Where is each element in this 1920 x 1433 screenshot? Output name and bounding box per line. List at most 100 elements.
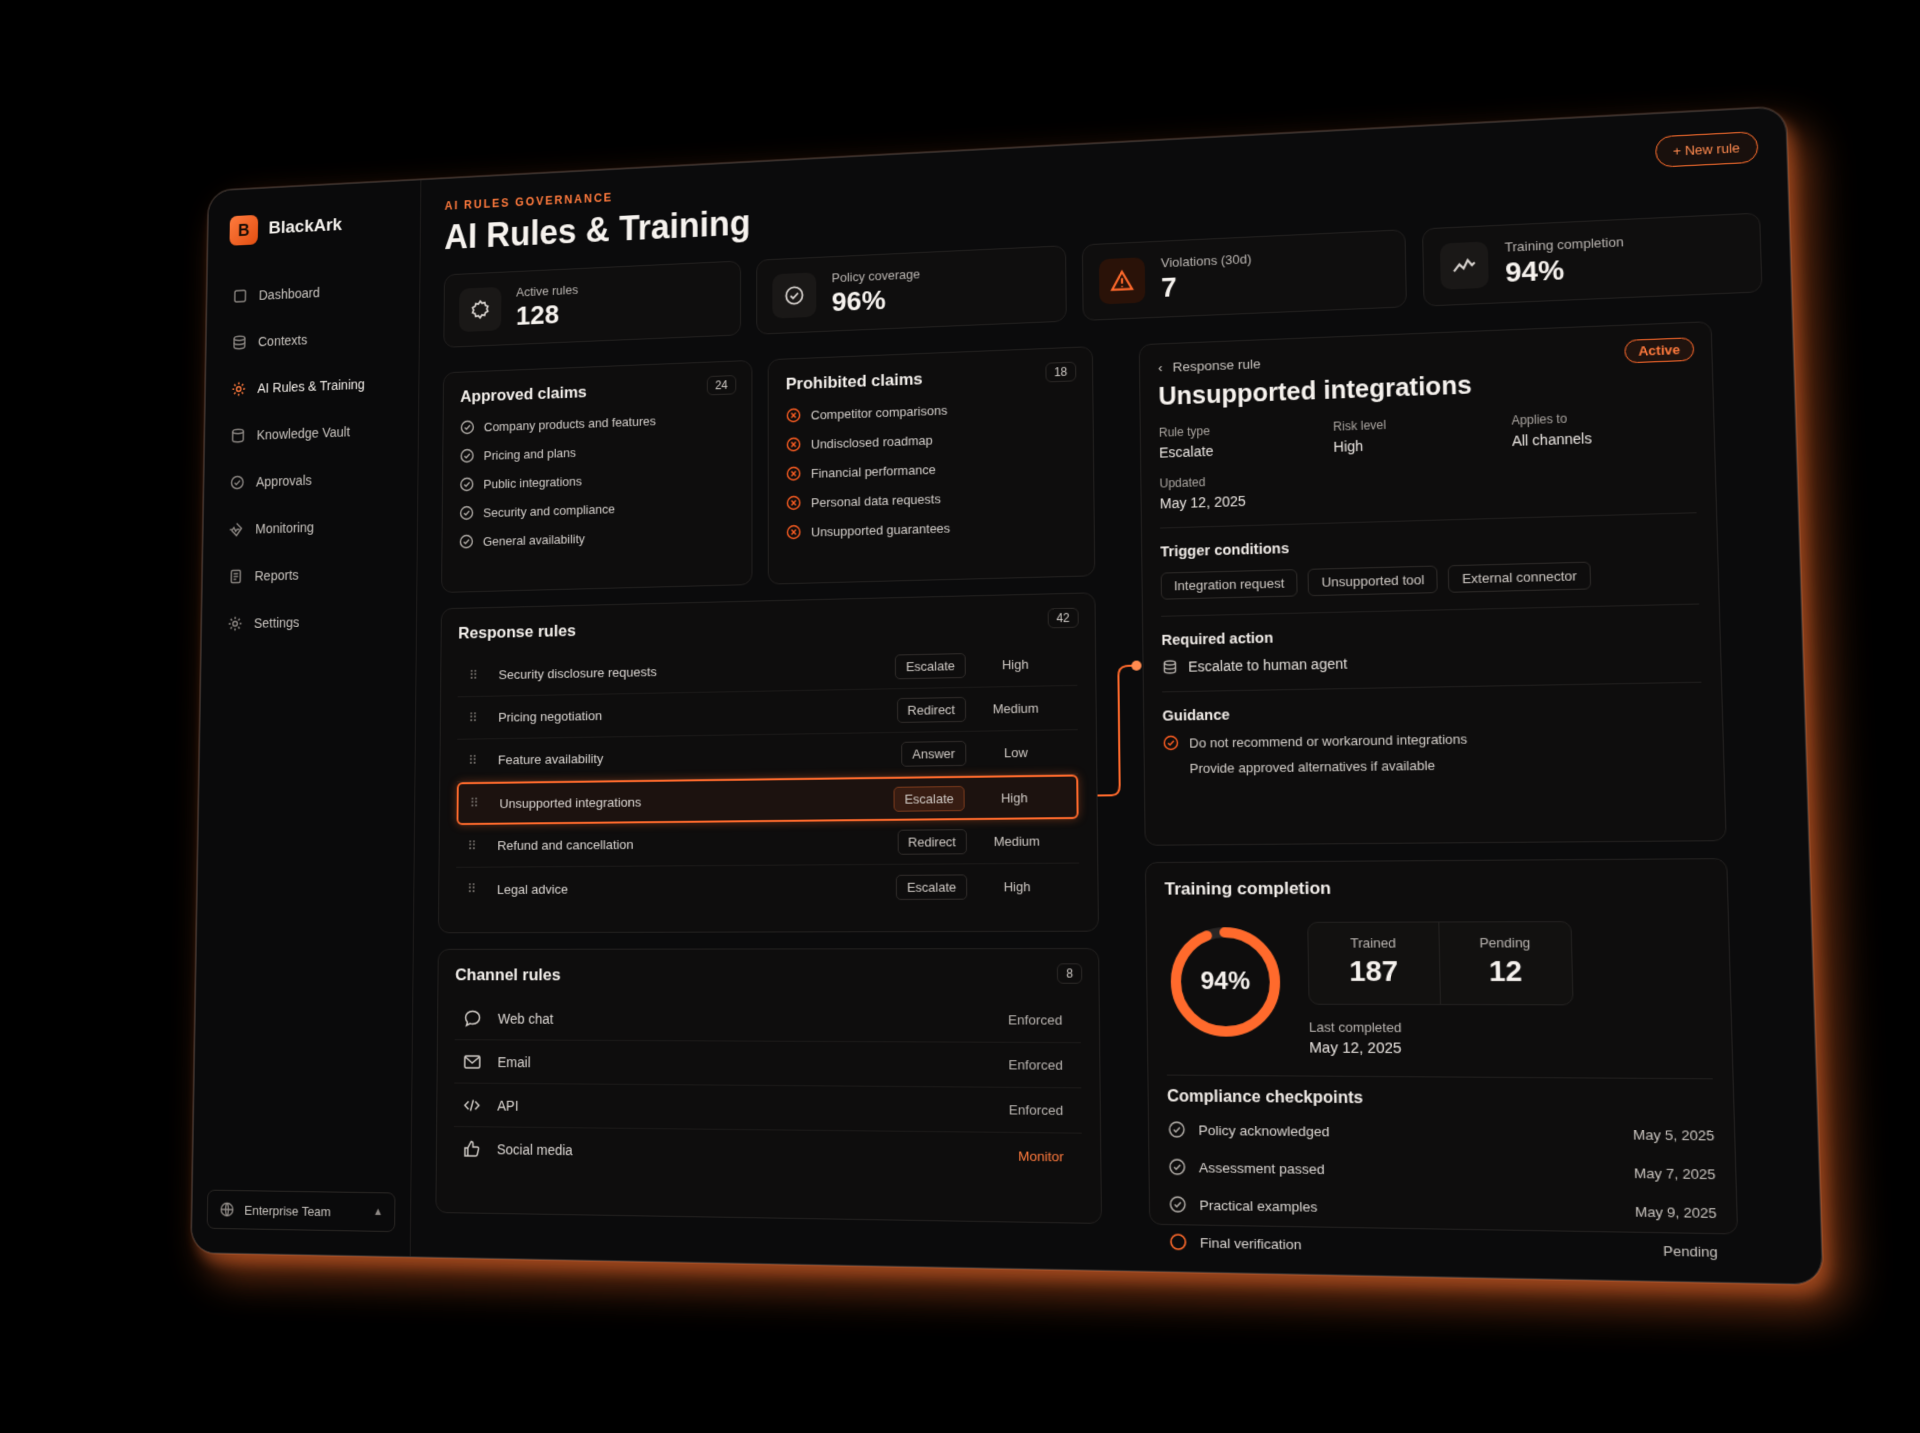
risk-level: Medium [993,833,1040,850]
warning-icon [1098,257,1146,305]
trigger-chip[interactable]: Integration request [1160,569,1299,600]
brand[interactable]: B BlackArk [224,207,404,246]
trigger-chip[interactable]: External connector [1448,561,1591,593]
table-row[interactable]: ⠿ Feature availability Answer Low [456,730,1079,783]
drag-handle-icon[interactable]: ⠿ [470,796,491,812]
updated-value: May 12, 2025 [1159,492,1246,512]
stat-value: 12 [1488,954,1523,988]
thumbs-up-icon [461,1138,482,1160]
checkpoint-list: Policy acknowledged May 5, 2025 Assessme… [1167,1111,1718,1271]
channel-list: Web chat Enforced Email Enforced API Enf… [453,996,1083,1179]
training-card: Training completion 94% Trained 187 Pend… [1144,858,1739,1260]
rule-type-pill: Redirect [896,696,967,723]
risk-level: Medium [992,700,1039,717]
last-completed-label: Last completed [1308,1019,1402,1036]
last-completed-value: May 12, 2025 [1309,1040,1402,1058]
document-icon [228,568,244,585]
stat-value: 187 [1348,954,1399,988]
applies-value: All channels [1511,430,1592,450]
new-rule-button[interactable]: + New rule [1654,131,1759,168]
list-item[interactable]: Social media Monitor [454,1127,1083,1179]
stat-violations: Violations (30d) 7 [1081,229,1407,321]
card-title: Training completion [1164,878,1332,899]
drag-handle-icon[interactable]: ⠿ [467,838,488,854]
list-item[interactable]: API Enforced [453,1083,1082,1134]
sidebar-item-knowledge-vault[interactable]: Knowledge Vault [221,410,402,456]
risk-level: High [1003,878,1031,894]
meta-label: Updated [1159,475,1206,491]
sidebar-item-ai-rules-training[interactable]: AI Rules & Training [222,363,403,410]
prohibited-claims-card: Prohibited claims 18 Competitor comparis… [767,346,1096,585]
list-item[interactable]: Web chat Enforced [454,996,1081,1044]
main-content: AI RULES GOVERNANCE AI Rules & Training … [411,107,1822,1284]
app-window: B BlackArk Dashboard Contexts AI Rules &… [190,106,1824,1285]
checkpoint-date: May 5, 2025 [1632,1126,1715,1144]
stat-active-rules: Active rules 128 [443,260,742,348]
sidebar-item-label: AI Rules & Training [257,376,365,396]
x-circle-icon [786,407,801,423]
claim-label: Unsupported guarantees [810,520,951,539]
count-badge: 24 [706,374,737,396]
rule-type-pill: Escalate [895,873,968,900]
check-circle-icon [772,272,817,319]
chevron-up-icon: ▲ [373,1205,384,1219]
sidebar-item-label: Knowledge Vault [256,424,351,443]
sidebar-item-settings[interactable]: Settings [218,600,400,644]
team-switcher[interactable]: Enterprise Team ▲ [206,1189,396,1233]
claim-label: Pricing and plans [483,444,576,463]
checkpoint-name: Assessment passed [1198,1159,1325,1177]
rule-type-pill: Escalate [893,785,965,812]
list-item: Final verification Pending [1169,1223,1719,1271]
stat-label: Trained [1350,935,1397,951]
gear-icon [231,380,247,397]
sidebar-item-dashboard[interactable]: Dashboard [223,269,403,316]
list-item: Security and compliance [459,497,734,521]
list-item[interactable]: Email Enforced [454,1040,1082,1089]
globe-icon [219,1201,236,1219]
table-row[interactable]: ⠿ Legal advice Escalate High [456,864,1080,911]
table-row-selected[interactable]: ⠿ Unsupported integrations Escalate High [456,774,1079,826]
response-rules-card: Response rules 42 ⠿ Security disclosure … [437,592,1099,934]
claim-label: Security and compliance [483,501,615,520]
drag-handle-icon[interactable]: ⠿ [468,752,489,768]
check-circle-icon [459,534,474,550]
rule-name: Pricing negotiation [498,708,603,725]
stat-value: 128 [515,298,560,331]
sidebar-item-monitoring[interactable]: Monitoring [219,505,400,550]
sidebar-item-reports[interactable]: Reports [219,552,401,597]
mail-icon [462,1051,483,1073]
risk-level: Low [1003,744,1028,761]
guidance-item: Do not recommend or workaround integrati… [1163,727,1704,751]
drag-handle-icon[interactable]: ⠿ [469,667,489,683]
channel-name: Social media [496,1141,573,1159]
checkpoint-name: Final verification [1199,1234,1302,1253]
sidebar-item-approvals[interactable]: Approvals [220,457,401,503]
status-badge: Active [1624,337,1695,364]
rule-name: Feature availability [497,751,604,768]
table-row[interactable]: ⠿ Refund and cancellation Redirect Mediu… [456,818,1080,868]
approved-claims-card: Approved claims 24 Company products and … [441,359,753,593]
rule-name: Legal advice [496,881,569,897]
meta-label: Applies to [1511,411,1568,428]
claim-label: Company products and features [483,413,656,434]
list-item: Undisclosed roadmap [786,427,1075,453]
channel-name: Email [497,1053,531,1070]
risk-level: High [1001,656,1029,673]
count-badge: 18 [1045,361,1077,383]
stat-policy-coverage: Policy coverage 96% [756,245,1067,335]
meta-label: Risk level [1333,417,1387,434]
rule-type-pill: Redirect [897,829,967,855]
pulse-icon [228,521,244,538]
drag-handle-icon[interactable]: ⠿ [468,710,489,726]
trigger-chip[interactable]: Unsupported tool [1307,565,1439,597]
list-item: Unsupported guarantees [786,516,1076,540]
rule-name: Security disclosure requests [498,664,657,683]
sidebar-item-label: Reports [254,567,299,584]
sidebar-item-contexts[interactable]: Contexts [222,316,402,363]
gear-icon [458,286,502,333]
checkpoint-date: May 9, 2025 [1634,1203,1717,1221]
drag-handle-icon[interactable]: ⠿ [467,881,488,897]
checkpoint-date: May 7, 2025 [1633,1164,1716,1182]
compliance-section: Compliance checkpoints Policy acknowledg… [1166,1074,1718,1271]
check-circle-icon [459,476,474,492]
